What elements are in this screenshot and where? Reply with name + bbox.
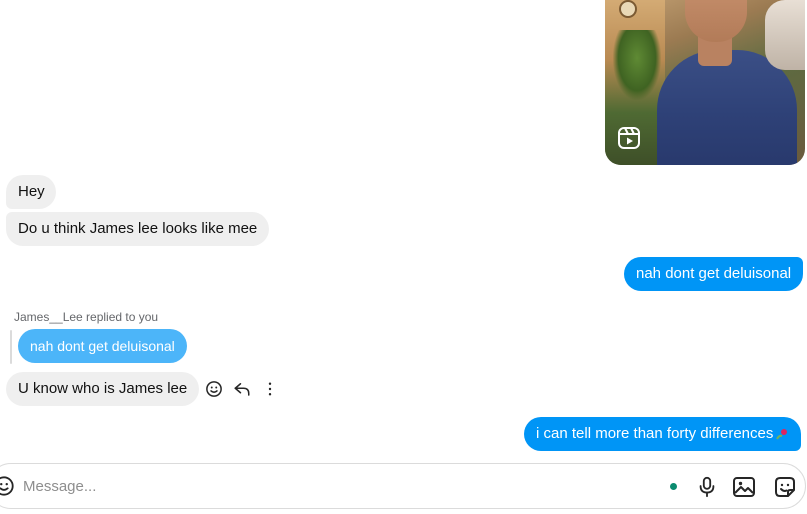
emoji-icon[interactable]	[0, 475, 15, 497]
outgoing-message-text: i can tell more than forty differences	[536, 425, 774, 442]
reel-plant	[613, 30, 661, 100]
reply-arrow-icon[interactable]	[232, 379, 252, 399]
message-composer	[0, 463, 806, 509]
more-vertical-icon[interactable]	[260, 379, 280, 399]
status-dot	[670, 483, 677, 490]
reel-wall-clock	[619, 0, 637, 18]
emoji-glyph-icon	[776, 429, 788, 440]
incoming-message[interactable]: Do u think James lee looks like mee	[6, 212, 270, 246]
reels-play-icon	[618, 127, 640, 149]
reel-person-face	[685, 0, 747, 42]
quoted-message[interactable]: nah dont get deluisonal	[18, 329, 187, 363]
reply-context-label: James__Lee replied to you	[14, 310, 159, 324]
outgoing-message[interactable]: i can tell more than forty differences	[524, 417, 802, 451]
outgoing-message[interactable]: nah dont get deluisonal	[624, 257, 804, 291]
reel-background-person	[765, 0, 805, 70]
reply-quote-bar	[10, 330, 12, 364]
shared-reel-thumbnail[interactable]	[605, 0, 805, 165]
sticker-icon[interactable]	[772, 474, 798, 500]
microphone-icon[interactable]	[694, 474, 720, 500]
message-actions	[204, 379, 280, 399]
incoming-message[interactable]: Hey	[6, 175, 56, 209]
smiley-icon[interactable]	[204, 379, 224, 399]
image-icon[interactable]	[731, 474, 757, 500]
incoming-message[interactable]: U know who is James lee	[6, 372, 200, 406]
message-input[interactable]	[23, 472, 623, 500]
chat-thread: Hey Do u think James lee looks like mee …	[0, 0, 807, 514]
